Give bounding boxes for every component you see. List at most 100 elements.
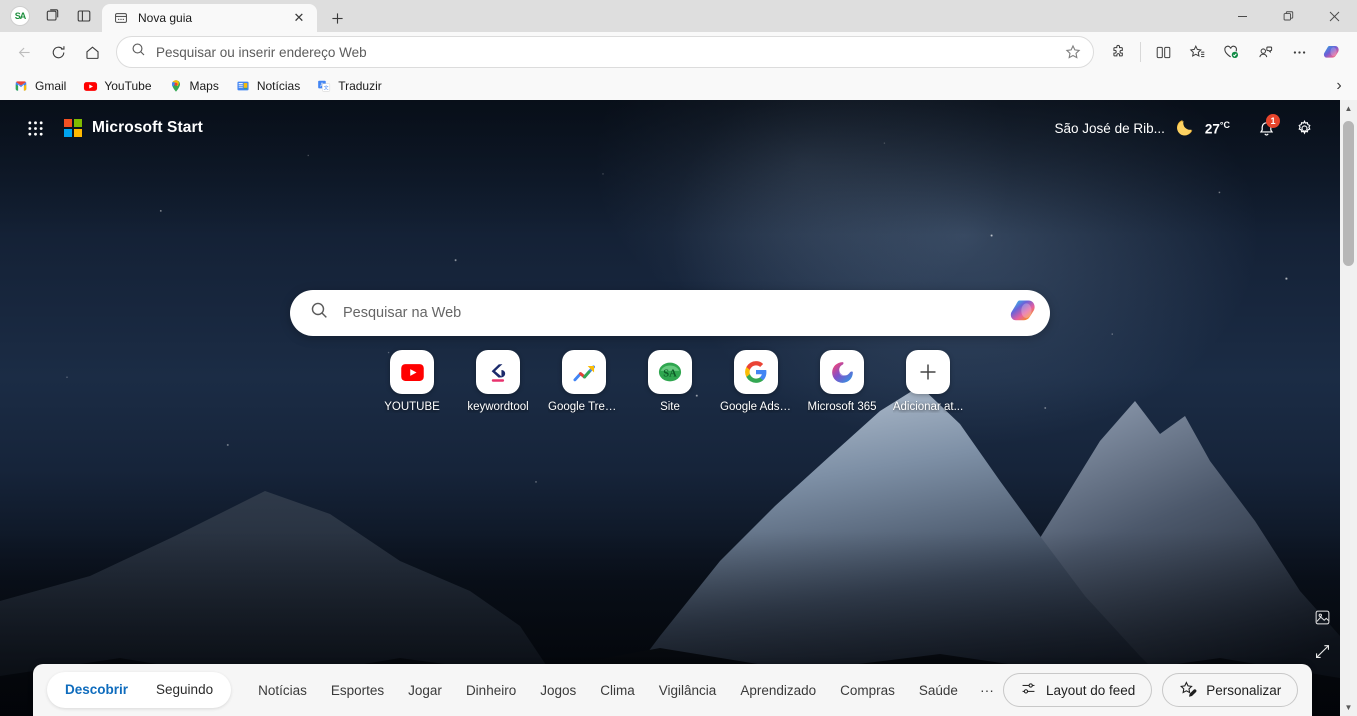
bookmark-traduzir[interactable]: A 文 Traduzir	[309, 75, 389, 97]
split-screen-icon[interactable]	[1147, 36, 1179, 68]
youtube-icon	[390, 350, 434, 394]
site-icon: SA	[648, 350, 692, 394]
microsoft-start-logo[interactable]: Microsoft Start	[64, 119, 203, 137]
shortcut-tile[interactable]: SA Site	[635, 350, 705, 413]
feed-bar: Descobrir Seguindo Notícias Esportes Jog…	[33, 664, 1312, 716]
bookmark-label: Gmail	[35, 79, 67, 93]
bookmarks-overflow-icon[interactable]: ›	[1327, 74, 1351, 98]
feed-link-dinheiro[interactable]: Dinheiro	[455, 676, 527, 705]
tab-actions-icon[interactable]	[70, 3, 98, 29]
plus-icon	[906, 350, 950, 394]
profile-icon[interactable]	[1249, 36, 1281, 68]
bookmarks-bar: Gmail YouTube Maps Notícias A 文 Traduzir…	[0, 72, 1357, 100]
feed-link-saude[interactable]: Saúde	[908, 676, 969, 705]
shortcut-tile[interactable]: Google Adse...	[720, 350, 792, 413]
settings-more-icon[interactable]	[1283, 36, 1315, 68]
brand-title: Microsoft Start	[92, 119, 203, 136]
bookmark-maps[interactable]: Maps	[161, 75, 226, 97]
feed-link-jogos[interactable]: Jogos	[529, 676, 587, 705]
star-icon[interactable]	[1059, 38, 1087, 66]
feed-link-jogar[interactable]: Jogar	[397, 676, 453, 705]
scrollbar-thumb[interactable]	[1343, 121, 1354, 266]
browser-essentials-icon[interactable]	[1215, 36, 1247, 68]
feed-layout-button[interactable]: Layout do feed	[1002, 673, 1153, 707]
tile-label: Adicionar at...	[892, 401, 964, 413]
tile-label: Google Adse...	[720, 401, 792, 413]
copilot-icon[interactable]	[1008, 294, 1042, 333]
image-info-icon[interactable]	[1312, 607, 1332, 627]
star-pencil-icon	[1179, 680, 1197, 701]
extensions-icon[interactable]	[1102, 36, 1134, 68]
shortcut-tile[interactable]: keywordtool	[463, 350, 533, 413]
tab-seguindo[interactable]: Seguindo	[142, 672, 227, 708]
youtube-icon	[82, 78, 98, 94]
minimize-button[interactable]	[1219, 0, 1265, 32]
shortcut-tile[interactable]: Google Trends	[548, 350, 620, 413]
scroll-up-arrow[interactable]: ▲	[1340, 100, 1357, 117]
maximize-button[interactable]	[1265, 0, 1311, 32]
new-tab-button[interactable]	[323, 5, 351, 31]
expand-icon[interactable]	[1312, 641, 1332, 661]
tab-close-icon[interactable]: ✕	[289, 8, 309, 28]
feed-link-noticias[interactable]: Notícias	[247, 676, 318, 705]
google-translate-icon: A 文	[316, 78, 332, 94]
feed-link-clima[interactable]: Clima	[589, 676, 646, 705]
background-tools	[1312, 607, 1332, 661]
address-bar[interactable]: Pesquisar ou inserir endereço Web	[116, 36, 1094, 68]
scrollbar-track[interactable]	[1340, 117, 1357, 699]
tab-strip: SA Nova guia ✕	[0, 0, 1357, 32]
new-tab-page: Microsoft Start São José de Rib... 27°C	[0, 100, 1357, 716]
feed-link-vigilancia[interactable]: Vigilância	[648, 676, 728, 705]
newtab-icon	[113, 10, 129, 26]
back-button[interactable]	[8, 36, 40, 68]
web-search-box[interactable]: Pesquisar na Web	[290, 290, 1050, 336]
page-scrollbar[interactable]: ▲ ▼	[1340, 100, 1357, 716]
bookmark-youtube[interactable]: YouTube	[75, 75, 158, 97]
scroll-down-arrow[interactable]: ▼	[1340, 699, 1357, 716]
favorites-icon[interactable]	[1181, 36, 1213, 68]
gear-icon[interactable]	[1288, 112, 1320, 144]
app-grid-icon[interactable]	[20, 113, 50, 143]
google-icon	[734, 350, 778, 394]
navigation-toolbar: Pesquisar ou inserir endereço Web	[0, 32, 1357, 72]
svg-text:SA: SA	[663, 369, 677, 380]
shortcut-tile[interactable]: YOUTUBE	[377, 350, 447, 413]
feed-link-esportes[interactable]: Esportes	[320, 676, 395, 705]
personalize-button[interactable]: Personalizar	[1162, 673, 1299, 707]
bookmark-label: YouTube	[104, 79, 152, 93]
close-window-button[interactable]	[1311, 0, 1357, 32]
sliders-icon	[1020, 680, 1037, 700]
tile-label: Site	[660, 401, 680, 413]
refresh-button[interactable]	[42, 36, 74, 68]
tab-descobrir[interactable]: Descobrir	[51, 672, 142, 708]
weather-temperature: 27°C	[1204, 119, 1230, 137]
notification-badge: 1	[1266, 114, 1280, 128]
weather-widget[interactable]: São José de Rib... 27°C	[1047, 112, 1238, 145]
tab-copilot-icon[interactable]	[38, 3, 66, 29]
weather-location: São José de Rib...	[1054, 120, 1165, 136]
maps-icon	[168, 78, 184, 94]
web-search-placeholder: Pesquisar na Web	[343, 305, 462, 321]
feed-actions: Layout do feed Personalizar	[1002, 673, 1299, 707]
notifications-button[interactable]: 1	[1250, 112, 1282, 144]
add-shortcut-tile[interactable]: Adicionar at...	[893, 350, 963, 413]
bookmark-gmail[interactable]: Gmail	[6, 75, 73, 97]
feed-more-icon[interactable]: ···	[971, 676, 1003, 704]
shortcut-tiles: YOUTUBE keywordtool Google Trends SA Sit…	[0, 350, 1340, 413]
feed-link-compras[interactable]: Compras	[829, 676, 906, 705]
bookmark-label: Traduzir	[338, 79, 382, 93]
avatar: SA	[10, 6, 30, 26]
workspace-avatar[interactable]: SA	[6, 3, 34, 29]
feed-category-links: Notícias Esportes Jogar Dinheiro Jogos C…	[247, 676, 1003, 705]
feed-layout-label: Layout do feed	[1045, 682, 1136, 698]
browser-tab[interactable]: Nova guia ✕	[102, 4, 317, 32]
ntp-search-row: Pesquisar na Web	[0, 290, 1340, 336]
shortcut-tile[interactable]: Microsoft 365	[807, 350, 877, 413]
home-button[interactable]	[76, 36, 108, 68]
google-trends-icon	[562, 350, 606, 394]
feed-link-aprendizado[interactable]: Aprendizado	[729, 676, 827, 705]
bookmark-noticias[interactable]: Notícias	[228, 75, 307, 97]
copilot-icon[interactable]	[1317, 36, 1349, 68]
tab-title: Nova guia	[138, 11, 193, 25]
search-icon	[131, 42, 146, 62]
